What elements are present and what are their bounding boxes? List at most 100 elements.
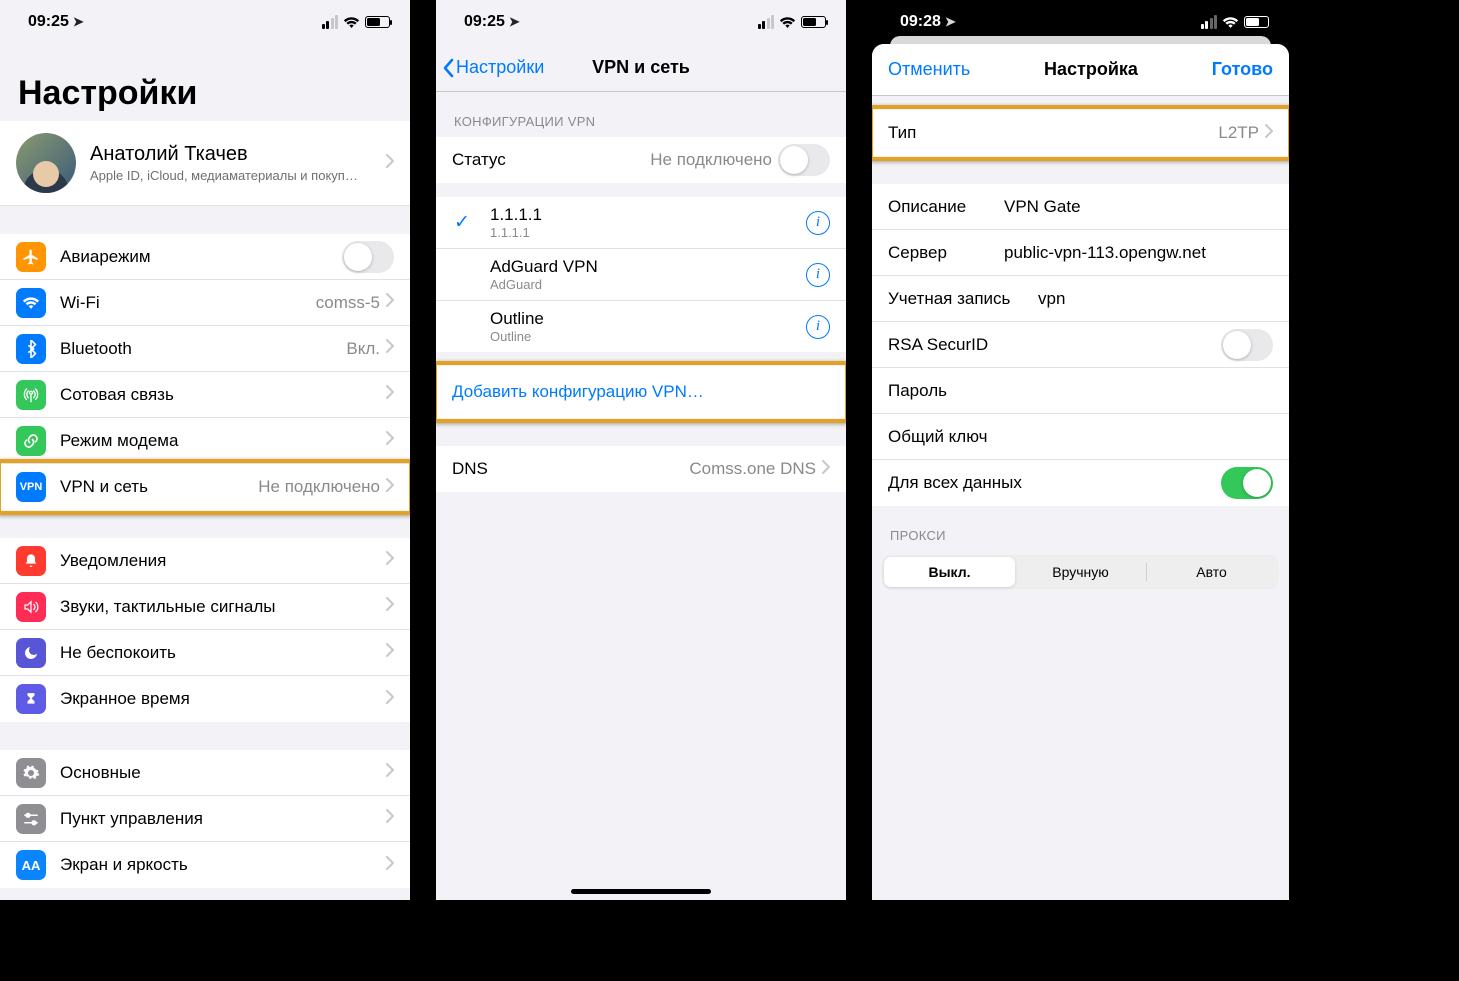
bluetooth-row[interactable]: Bluetooth Вкл. — [0, 326, 410, 372]
proxy-seg-auto[interactable]: Авто — [1146, 557, 1277, 587]
check-icon: ✓ — [454, 211, 470, 234]
cancel-button[interactable]: Отменить — [888, 59, 970, 80]
antenna-icon — [16, 380, 46, 410]
info-icon[interactable]: i — [806, 315, 830, 339]
proxy-seg-manual[interactable]: Вручную — [1015, 557, 1146, 587]
hotspot-row[interactable]: Режим модема — [0, 418, 410, 464]
chevron-right-icon — [386, 339, 394, 358]
battery-icon — [1244, 16, 1269, 28]
wifi-icon — [343, 16, 360, 29]
gear-icon — [16, 758, 46, 788]
vpn-config-1111[interactable]: ✓ 1.1.1.1 1.1.1.1 i — [436, 197, 846, 249]
info-icon[interactable]: i — [806, 263, 830, 287]
apple-id-row[interactable]: Анатолий Ткачев Apple ID, iCloud, медиам… — [0, 121, 410, 206]
chevron-right-icon — [386, 551, 394, 570]
textsize-icon: AA — [16, 850, 46, 880]
vpn-type-group: Тип L2TP — [872, 110, 1289, 156]
sliders-icon — [16, 804, 46, 834]
vpn-type-row[interactable]: Тип L2TP — [872, 110, 1289, 156]
vpn-status-row: Статус Не подключено — [436, 137, 846, 183]
location-icon: ➤ — [945, 14, 956, 29]
cell-signal-icon — [758, 15, 775, 29]
profile-name: Анатолий Ткачев — [90, 143, 386, 166]
cell-signal-icon — [1201, 15, 1218, 29]
bluetooth-icon — [16, 334, 46, 364]
hourglass-icon — [16, 684, 46, 714]
proxy-section-header: ПРОКСИ — [872, 506, 1289, 551]
cellular-row[interactable]: Сотовая связь — [0, 372, 410, 418]
account-field[interactable]: Учетная запись vpn — [872, 276, 1289, 322]
chevron-right-icon — [822, 460, 830, 479]
secret-field[interactable]: Общий ключ — [872, 414, 1289, 460]
chevron-right-icon — [386, 431, 394, 450]
profile-subtitle: Apple ID, iCloud, медиаматериалы и покуп… — [90, 168, 386, 183]
bell-icon — [16, 546, 46, 576]
chevron-right-icon — [386, 763, 394, 782]
screentime-row[interactable]: Экранное время — [0, 676, 410, 722]
dns-row[interactable]: DNS Comss.one DNS — [436, 446, 846, 492]
chevron-right-icon — [386, 478, 394, 497]
phone-vpn-list: 09:25➤ Настройки VPN и сеть КОНФИГУРАЦИИ… — [436, 0, 846, 900]
vpn-row[interactable]: VPN VPN и сеть Не подключено — [0, 464, 410, 510]
battery-icon — [365, 16, 390, 28]
add-vpn-config-button[interactable]: Добавить конфигурацию VPN… — [436, 366, 846, 418]
display-row[interactable]: AA Экран и яркость — [0, 842, 410, 888]
rsa-securid-row[interactable]: RSA SecurID — [872, 322, 1289, 368]
nav-title: VPN и сеть — [592, 57, 690, 78]
chevron-right-icon — [386, 293, 394, 312]
vpn-icon: VPN — [16, 472, 46, 502]
chevron-right-icon — [386, 154, 394, 173]
chevron-right-icon — [386, 385, 394, 404]
phone-vpn-add-modal: 09:28➤ Отменить Настройка Готово Тип L2T… — [872, 0, 1289, 900]
wifi-row[interactable]: Wi-Fi comss-5 — [0, 280, 410, 326]
all-traffic-switch[interactable] — [1221, 467, 1273, 499]
sounds-row[interactable]: Звуки, тактильные сигналы — [0, 584, 410, 630]
proxy-segmented-control[interactable]: Выкл. Вручную Авто — [882, 555, 1279, 589]
info-icon[interactable]: i — [806, 211, 830, 235]
status-time: 09:28➤ — [900, 13, 956, 31]
vpn-status-switch[interactable] — [778, 144, 830, 176]
chevron-right-icon — [1265, 124, 1273, 143]
dnd-row[interactable]: Не беспокоить — [0, 630, 410, 676]
password-field[interactable]: Пароль — [872, 368, 1289, 414]
vpn-config-outline[interactable]: Outline Outline i — [436, 301, 846, 352]
chevron-right-icon — [386, 597, 394, 616]
airplane-switch[interactable] — [342, 241, 394, 273]
airplane-icon — [16, 242, 46, 272]
navbar: Настройки VPN и сеть — [436, 44, 846, 92]
send-all-traffic-row[interactable]: Для всех данных — [872, 460, 1289, 506]
back-button[interactable]: Настройки — [442, 44, 544, 91]
modal-header: Отменить Настройка Готово — [872, 44, 1289, 96]
link-icon — [16, 426, 46, 456]
airplane-row[interactable]: Авиарежим — [0, 234, 410, 280]
wifi-row-icon — [16, 288, 46, 318]
chevron-right-icon — [386, 809, 394, 828]
description-field[interactable]: Описание VPN Gate — [872, 184, 1289, 230]
home-indicator[interactable] — [571, 889, 711, 894]
rsa-switch[interactable] — [1221, 329, 1273, 361]
location-icon: ➤ — [73, 14, 84, 29]
phone-settings-root: 09:25➤ Настройки Анатолий Ткачев Apple I… — [0, 0, 410, 900]
chevron-right-icon — [386, 856, 394, 875]
chevron-right-icon — [386, 690, 394, 709]
done-button[interactable]: Готово — [1212, 59, 1273, 80]
wifi-icon — [1222, 16, 1239, 29]
control-center-row[interactable]: Пункт управления — [0, 796, 410, 842]
avatar — [16, 133, 76, 193]
wifi-icon — [779, 16, 796, 29]
speaker-icon — [16, 592, 46, 622]
notifications-row[interactable]: Уведомления — [0, 538, 410, 584]
proxy-seg-off[interactable]: Выкл. — [884, 557, 1015, 587]
modal-title: Настройка — [1044, 59, 1138, 80]
server-field[interactable]: Сервер public-vpn-113.opengw.net — [872, 230, 1289, 276]
vpn-config-adguard[interactable]: AdGuard VPN AdGuard i — [436, 249, 846, 301]
moon-icon — [16, 638, 46, 668]
chevron-right-icon — [386, 643, 394, 662]
page-title: Настройки — [0, 44, 410, 121]
general-row[interactable]: Основные — [0, 750, 410, 796]
section-header: КОНФИГУРАЦИИ VPN — [436, 92, 846, 137]
cell-signal-icon — [322, 15, 339, 29]
status-bar: 09:25➤ — [436, 0, 846, 44]
status-time: 09:25➤ — [464, 13, 520, 31]
status-time: 09:25➤ — [28, 13, 84, 31]
